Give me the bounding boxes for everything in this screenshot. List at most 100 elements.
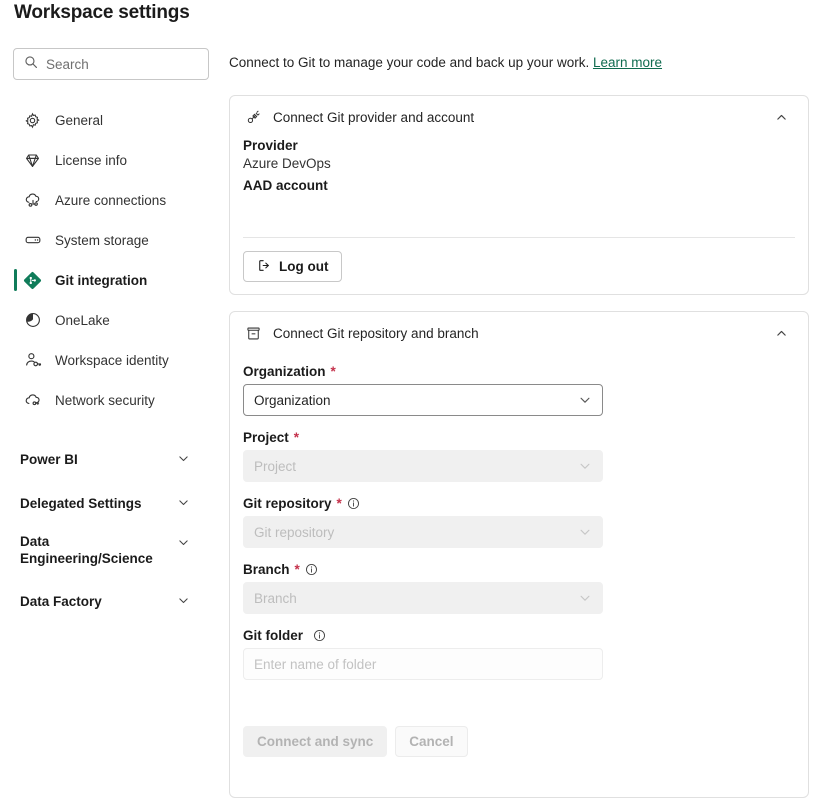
card-body: Organization * Organization Project * Pr…	[230, 354, 808, 757]
field-label: Git repository	[243, 496, 332, 511]
sidebar-item-label: Workspace identity	[55, 352, 169, 368]
plug-connector-icon	[243, 107, 263, 127]
learn-more-link[interactable]: Learn more	[593, 55, 662, 70]
card-body: Provider Azure DevOps AAD account	[230, 138, 808, 193]
intro-description: Connect to Git to manage your code and b…	[229, 55, 590, 70]
sidebar-item-system-storage[interactable]: System storage	[0, 220, 212, 260]
sidebar-item-azure-connections[interactable]: Azure connections	[0, 180, 212, 220]
required-marker: *	[336, 496, 342, 511]
git-folder-input[interactable]: Enter name of folder	[243, 648, 603, 680]
field-label-row: Organization *	[243, 364, 795, 379]
git-diamond-icon	[23, 271, 42, 290]
card-divider	[243, 237, 795, 238]
info-icon[interactable]	[305, 563, 319, 577]
provider-value: Azure DevOps	[243, 156, 331, 171]
required-marker: *	[330, 364, 336, 379]
cloud-security-icon	[23, 391, 42, 410]
chevron-down-icon	[577, 392, 593, 408]
card-actions: Connect and sync Cancel	[243, 726, 795, 757]
cancel-button: Cancel	[395, 726, 468, 757]
search-input[interactable]: Search	[13, 48, 209, 80]
sidebar-group-delegated-settings[interactable]: Delegated Settings	[0, 482, 212, 526]
search-placeholder: Search	[46, 56, 89, 72]
git-repository-select-value: Git repository	[254, 524, 335, 540]
diamond-icon	[23, 151, 42, 170]
card-header[interactable]: Connect Git provider and account	[230, 96, 808, 138]
project-select-value: Project	[254, 458, 297, 474]
project-select: Project	[243, 450, 603, 482]
required-marker: *	[293, 430, 300, 445]
card-title: Connect Git provider and account	[273, 109, 475, 125]
organization-select[interactable]: Organization	[243, 384, 603, 416]
sidebar-item-label: OneLake	[55, 312, 110, 328]
info-icon[interactable]	[312, 629, 326, 643]
gear-icon	[23, 111, 42, 130]
aad-account-label: AAD account	[243, 178, 328, 193]
page-title: Workspace settings	[14, 2, 190, 23]
branch-select-value: Branch	[254, 590, 297, 606]
intro-text: Connect to Git to manage your code and b…	[229, 55, 662, 70]
git-repository-select: Git repository	[243, 516, 603, 548]
sidebar-item-onelake[interactable]: OneLake	[0, 300, 212, 340]
organization-select-value: Organization	[254, 392, 331, 408]
logout-button-wrap: Log out	[243, 251, 343, 282]
sidebar-item-license-info[interactable]: License info	[0, 140, 212, 180]
onelake-icon	[23, 311, 42, 330]
sidebar-item-workspace-identity[interactable]: Workspace identity	[0, 340, 212, 380]
field-git-repository: Git repository * Git repository	[243, 496, 795, 548]
chevron-down-icon	[577, 458, 593, 474]
chevron-down-icon	[177, 452, 190, 468]
chevron-down-icon	[177, 536, 190, 552]
cancel-label: Cancel	[409, 734, 454, 749]
sidebar-group-data-factory[interactable]: Data Factory	[0, 580, 212, 624]
field-label: Git folder	[243, 628, 303, 643]
sidebar-item-label: License info	[55, 152, 128, 168]
chevron-up-icon[interactable]	[770, 106, 792, 128]
log-out-label: Log out	[279, 259, 329, 274]
sidebar-group-label: Data Engineering/Science	[20, 534, 153, 566]
field-project: Project * Project	[243, 430, 795, 482]
sidebar-group-label: Data Factory	[20, 593, 102, 609]
field-label-row: Git repository *	[243, 496, 795, 511]
sidebar-group-label: Power BI	[20, 451, 78, 467]
connect-git-repository-card: Connect Git repository and branch Organi…	[229, 311, 809, 798]
field-label: Branch	[243, 562, 290, 577]
field-label: Project	[243, 430, 289, 445]
chevron-down-icon	[577, 590, 593, 606]
git-folder-placeholder: Enter name of folder	[254, 656, 377, 672]
log-out-button[interactable]: Log out	[243, 251, 343, 282]
sidebar-group-label: Delegated Settings	[20, 495, 142, 511]
info-icon[interactable]	[347, 497, 361, 511]
field-label-row: Project *	[243, 430, 795, 445]
chevron-down-icon	[177, 594, 190, 610]
required-marker: *	[294, 562, 300, 577]
sidebar-item-label: Network security	[55, 392, 155, 408]
sign-out-icon	[257, 258, 272, 276]
search-icon	[24, 55, 38, 74]
chevron-up-icon[interactable]	[770, 322, 792, 344]
sidebar-item-general[interactable]: General	[0, 100, 212, 140]
cloud-link-icon	[23, 191, 42, 210]
chevron-down-icon	[177, 496, 190, 512]
sidebar-item-label: System storage	[55, 232, 149, 248]
workspace-settings-page: Workspace settings Search General Licens…	[0, 0, 825, 810]
connect-and-sync-button: Connect and sync	[243, 726, 388, 757]
sidebar-item-label: Azure connections	[55, 192, 167, 208]
sidebar-group-data-engineering-science[interactable]: Data Engineering/Science	[0, 526, 212, 580]
provider-label: Provider	[243, 138, 298, 153]
identity-key-icon	[23, 351, 42, 370]
sidebar-nav: General License info Azure connections S…	[0, 100, 212, 624]
field-git-folder: Git folder Enter name of folder	[243, 628, 795, 680]
field-label-row: Git folder	[243, 628, 795, 643]
storage-icon	[23, 231, 42, 250]
sidebar-group-power-bi[interactable]: Power BI	[0, 438, 212, 482]
main-content: Connect to Git to manage your code and b…	[228, 0, 825, 810]
sidebar-item-label: Git integration	[55, 272, 148, 288]
repository-box-icon	[243, 323, 263, 343]
sidebar-item-network-security[interactable]: Network security	[0, 380, 212, 420]
card-header[interactable]: Connect Git repository and branch	[230, 312, 808, 354]
sidebar-item-git-integration[interactable]: Git integration	[0, 260, 212, 300]
field-branch: Branch * Branch	[243, 562, 795, 614]
card-title: Connect Git repository and branch	[273, 325, 479, 341]
sidebar-item-label: General	[55, 112, 104, 128]
